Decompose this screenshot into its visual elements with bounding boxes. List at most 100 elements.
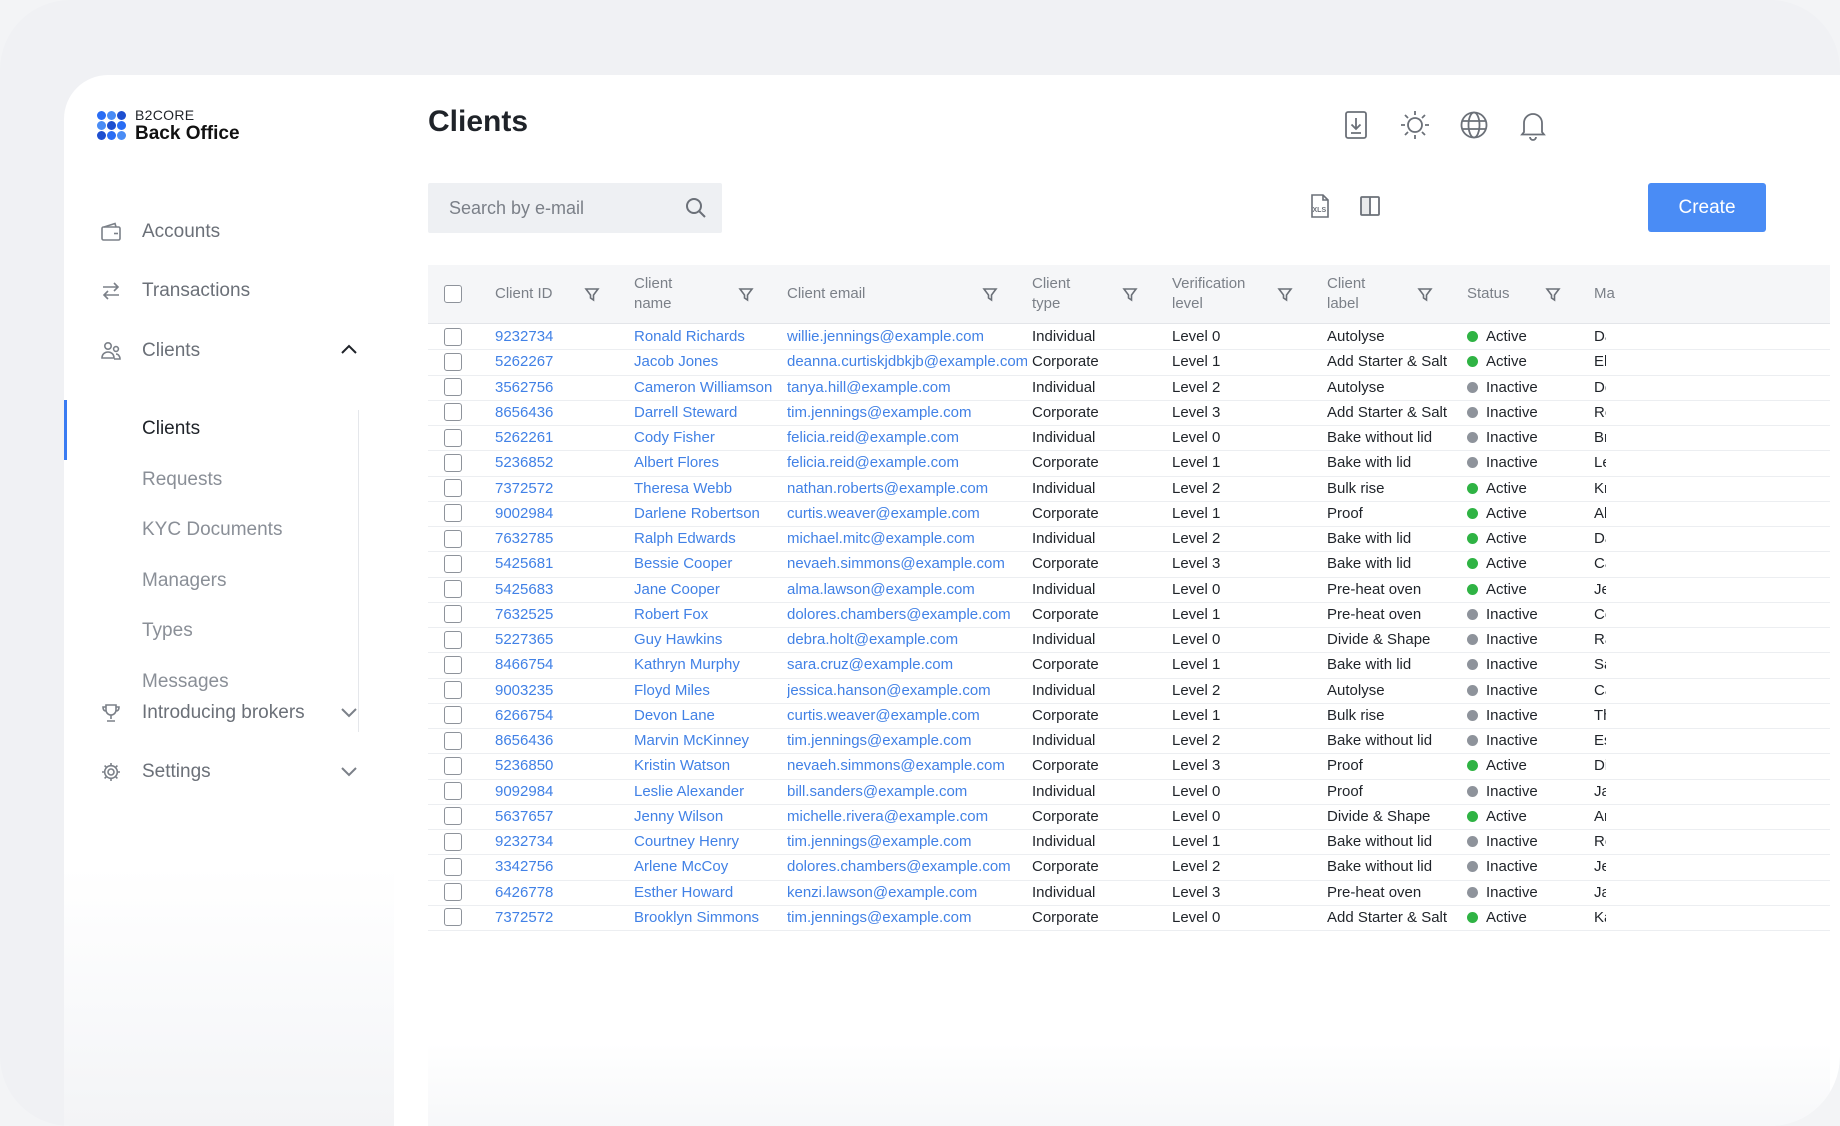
table-row[interactable]: 6426778 Esther Howard kenzi.lawson@example… bbox=[428, 880, 1830, 906]
cell-client-id[interactable]: 5262267 bbox=[495, 349, 615, 374]
cell-client-name[interactable]: Cameron Williamson bbox=[634, 375, 784, 400]
cell-client-email[interactable]: nevaeh.simmons@example.com bbox=[787, 753, 1027, 778]
checkbox[interactable] bbox=[444, 807, 462, 826]
cell-client-email[interactable]: felicia.reid@example.com bbox=[787, 425, 1027, 450]
checkbox[interactable] bbox=[444, 782, 462, 801]
create-button[interactable]: Create bbox=[1648, 183, 1766, 232]
nav-clients[interactable]: Clients bbox=[100, 331, 360, 371]
row-checkbox[interactable] bbox=[444, 829, 462, 854]
cell-client-email[interactable]: curtis.weaver@example.com bbox=[787, 501, 1027, 526]
filter-icon[interactable] bbox=[738, 265, 754, 323]
cell-client-name[interactable]: Kristin Watson bbox=[634, 753, 784, 778]
cell-client-name[interactable]: Robert Fox bbox=[634, 602, 784, 627]
cell-client-id[interactable]: 5262261 bbox=[495, 425, 615, 450]
row-checkbox[interactable] bbox=[444, 880, 462, 905]
cell-client-name[interactable]: Cody Fisher bbox=[634, 425, 784, 450]
row-checkbox[interactable] bbox=[444, 551, 462, 576]
filter-icon[interactable] bbox=[1545, 265, 1561, 323]
cell-client-name[interactable]: Leslie Alexander bbox=[634, 779, 784, 804]
table-row[interactable]: 5425681 Bessie Cooper nevaeh.simmons@examp… bbox=[428, 551, 1830, 578]
cell-client-name[interactable]: Guy Hawkins bbox=[634, 627, 784, 652]
nav-introducing-brokers[interactable]: Introducing brokers bbox=[100, 693, 360, 733]
cell-client-email[interactable]: jessica.hanson@example.com bbox=[787, 678, 1027, 703]
checkbox[interactable] bbox=[444, 681, 462, 700]
checkbox[interactable] bbox=[444, 883, 462, 902]
cell-client-id[interactable]: 8656436 bbox=[495, 400, 615, 425]
cell-client-id[interactable]: 7632525 bbox=[495, 602, 615, 627]
cell-client-email[interactable]: michelle.rivera@example.com bbox=[787, 804, 1027, 829]
cell-client-name[interactable]: Jacob Jones bbox=[634, 349, 784, 374]
nav-accounts[interactable]: Accounts bbox=[100, 212, 360, 252]
row-checkbox[interactable] bbox=[444, 652, 462, 677]
sun-icon[interactable] bbox=[1397, 107, 1433, 143]
sub-item-clients[interactable]: Clients bbox=[142, 418, 200, 440]
cell-client-email[interactable]: willie.jennings@example.com bbox=[787, 324, 1027, 349]
checkbox[interactable] bbox=[444, 706, 462, 725]
col-client-label[interactable]: Client label bbox=[1327, 265, 1387, 323]
cell-client-id[interactable]: 9003235 bbox=[495, 678, 615, 703]
cell-client-id[interactable]: 3342756 bbox=[495, 854, 615, 879]
cell-client-id[interactable]: 9232734 bbox=[495, 324, 615, 349]
columns-icon[interactable] bbox=[1352, 188, 1388, 224]
search-icon[interactable] bbox=[684, 196, 708, 225]
download-icon[interactable] bbox=[1338, 107, 1374, 143]
row-checkbox[interactable] bbox=[444, 349, 462, 374]
checkbox[interactable] bbox=[444, 327, 462, 346]
cell-client-name[interactable]: Ralph Edwards bbox=[634, 526, 784, 551]
col-client-email[interactable]: Client email bbox=[787, 265, 907, 323]
cell-client-email[interactable]: debra.holt@example.com bbox=[787, 627, 1027, 652]
cell-client-email[interactable]: felicia.reid@example.com bbox=[787, 450, 1027, 475]
cell-client-email[interactable]: michael.mitc@example.com bbox=[787, 526, 1027, 551]
table-row[interactable]: 5262267 Jacob Jones deanna.curtiskjdbkjb@e… bbox=[428, 349, 1830, 376]
checkbox[interactable] bbox=[444, 630, 462, 649]
cell-client-id[interactable]: 5236850 bbox=[495, 753, 615, 778]
row-checkbox[interactable] bbox=[444, 854, 462, 879]
chevron-down-icon[interactable] bbox=[338, 701, 360, 723]
sub-item-managers[interactable]: Managers bbox=[142, 570, 227, 592]
row-checkbox[interactable] bbox=[444, 425, 462, 450]
row-checkbox[interactable] bbox=[444, 526, 462, 551]
row-checkbox[interactable] bbox=[444, 577, 462, 602]
cell-client-email[interactable]: bill.sanders@example.com bbox=[787, 779, 1027, 804]
checkbox[interactable] bbox=[444, 529, 462, 548]
cell-client-id[interactable]: 7372572 bbox=[495, 905, 615, 930]
table-row[interactable]: 8656436 Darrell Steward tim.jennings@examp… bbox=[428, 400, 1830, 426]
cell-client-id[interactable]: 8466754 bbox=[495, 652, 615, 677]
table-row[interactable]: 9003235 Floyd Miles jessica.hanson@example… bbox=[428, 678, 1830, 704]
cell-client-name[interactable]: Marvin McKinney bbox=[634, 728, 784, 753]
checkbox[interactable] bbox=[444, 731, 462, 750]
table-row[interactable]: 6266754 Devon Lane curtis.weaver@example.c… bbox=[428, 703, 1830, 729]
checkbox[interactable] bbox=[444, 655, 462, 674]
cell-client-email[interactable]: deanna.curtiskjdbkjb@example.com bbox=[787, 349, 1027, 374]
sub-item-kyc-documents[interactable]: KYC Documents bbox=[142, 519, 282, 541]
cell-client-email[interactable]: alma.lawson@example.com bbox=[787, 577, 1027, 602]
table-row[interactable]: 3342756 Arlene McCoy dolores.chambers@exam… bbox=[428, 854, 1830, 881]
filter-icon[interactable] bbox=[1277, 265, 1293, 323]
row-checkbox[interactable] bbox=[444, 728, 462, 753]
table-row[interactable]: 7632525 Robert Fox dolores.chambers@exampl… bbox=[428, 602, 1830, 628]
cell-client-id[interactable]: 5425681 bbox=[495, 551, 615, 576]
xls-export-icon[interactable]: XLS bbox=[1302, 188, 1338, 224]
cell-client-name[interactable]: Albert Flores bbox=[634, 450, 784, 475]
cell-client-name[interactable]: Theresa Webb bbox=[634, 476, 784, 501]
table-row[interactable]: 9002984 Darlene Robertson curtis.weaver@ex… bbox=[428, 501, 1830, 527]
row-checkbox[interactable] bbox=[444, 602, 462, 627]
logo[interactable]: B2CORE Back Office bbox=[97, 108, 240, 143]
cell-client-id[interactable]: 9232734 bbox=[495, 829, 615, 854]
checkbox[interactable] bbox=[444, 908, 462, 927]
cell-client-id[interactable]: 6266754 bbox=[495, 703, 615, 728]
row-checkbox[interactable] bbox=[444, 905, 462, 930]
cell-client-name[interactable]: Jane Cooper bbox=[634, 577, 784, 602]
row-checkbox[interactable] bbox=[444, 324, 462, 349]
cell-client-id[interactable]: 7632785 bbox=[495, 526, 615, 551]
cell-client-name[interactable]: Ronald Richards bbox=[634, 324, 784, 349]
col-manager[interactable]: Ma bbox=[1594, 265, 1624, 323]
bell-icon[interactable] bbox=[1515, 107, 1551, 143]
cell-client-email[interactable]: nathan.roberts@example.com bbox=[787, 476, 1027, 501]
cell-client-email[interactable]: tim.jennings@example.com bbox=[787, 905, 1027, 930]
cell-client-name[interactable]: Courtney Henry bbox=[634, 829, 784, 854]
cell-client-email[interactable]: dolores.chambers@example.com bbox=[787, 854, 1027, 879]
table-row[interactable]: 5236850 Kristin Watson nevaeh.simmons@exam… bbox=[428, 753, 1830, 780]
cell-client-id[interactable]: 3562756 bbox=[495, 375, 615, 400]
cell-client-id[interactable]: 7372572 bbox=[495, 476, 615, 501]
